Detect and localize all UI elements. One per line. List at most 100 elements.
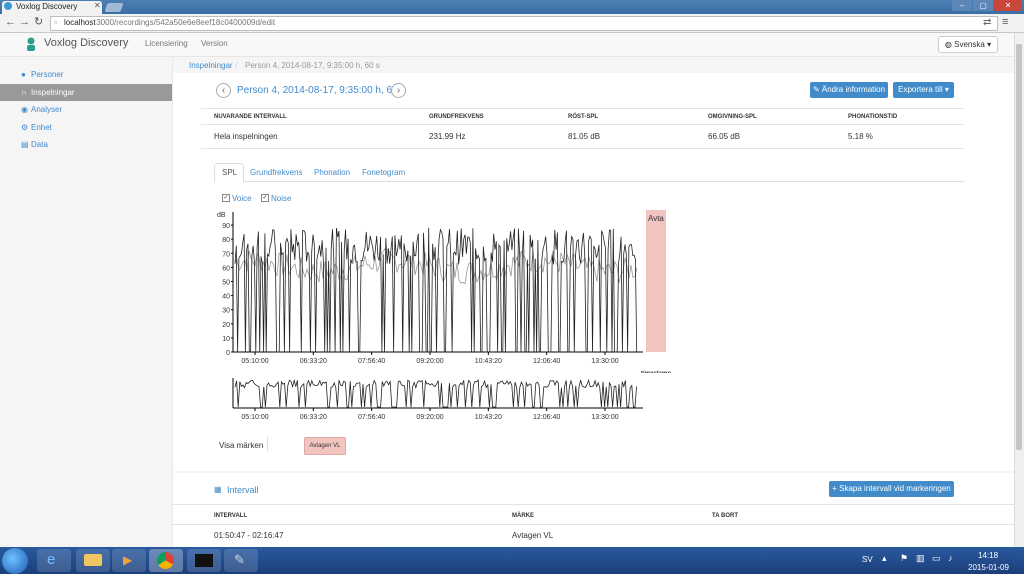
user-icon: ● — [21, 70, 26, 79]
nav-licensiering[interactable]: Licensiering — [145, 39, 188, 48]
forward-icon[interactable]: → — [19, 17, 30, 28]
overview-x-tick-label: 10:43:20 — [475, 414, 502, 420]
y-tick-label: 50 — [222, 279, 230, 286]
minimize-icon[interactable]: – — [952, 0, 972, 11]
x-tick-label: 09:20:00 — [416, 358, 443, 365]
maximize-icon[interactable]: ▢ — [973, 0, 993, 11]
caret-down-icon: ▾ — [944, 85, 949, 94]
interval-cell: 01:50:47 - 02:16:47 — [214, 531, 284, 540]
noise-checkbox[interactable]: ✓ — [261, 194, 269, 202]
create-interval-button[interactable]: + Skapa intervall vid markeringen — [829, 481, 954, 497]
edit-info-label: Ändra information — [821, 85, 886, 94]
overview-x-tick-label: 13:30:00 — [591, 414, 618, 420]
divider — [201, 148, 964, 149]
brand[interactable]: Voxlog Discovery — [44, 37, 128, 49]
marker-band-label: Avta — [648, 214, 664, 223]
sidebar-item-inspelningar[interactable]: ∩ Inspelningar — [0, 84, 172, 101]
marker-tag[interactable]: Avtagen VL — [304, 437, 346, 455]
legend-noise: Noise — [271, 194, 292, 203]
edit-info-button[interactable]: ✎ Ändra information — [810, 82, 888, 98]
breadcrumb: Inspelningar / Person 4, 2014-08-17, 9:3… — [173, 57, 1014, 73]
paint-icon[interactable]: ✎ — [224, 549, 258, 572]
marker-band — [646, 210, 666, 352]
overview-x-tick-label: 05:10:00 — [241, 414, 268, 420]
sidebar-item-personer[interactable]: ● Personer — [0, 66, 172, 83]
browser-titlebar — [0, 0, 1024, 14]
menu-icon[interactable]: ≡ — [1002, 16, 1008, 28]
clock-date[interactable]: 2015-01-09 — [968, 563, 1009, 572]
sidebar-item-analyser[interactable]: ◉ Analyser — [0, 101, 172, 118]
col-header-phonation: PHONATIONSTID — [848, 114, 898, 120]
sidebar-item-label: Enhet — [31, 123, 52, 132]
divider — [201, 108, 964, 109]
settings-icon: ⚙ — [21, 123, 29, 132]
cell-voice-spl: 81.05 dB — [568, 132, 601, 141]
prev-recording-button[interactable]: ‹ — [216, 83, 231, 98]
tab-grundfrekvens[interactable]: Grundfrekvens — [250, 168, 302, 177]
terminal-icon[interactable] — [187, 549, 221, 572]
grid-icon: ▦ — [214, 485, 222, 494]
y-tick-label: 0 — [226, 350, 230, 357]
voice-checkbox[interactable]: ✓ — [222, 194, 230, 202]
col-header-marke: MÄRKE — [512, 513, 534, 519]
reload-icon[interactable]: ↻ — [34, 17, 43, 28]
sidebar-item-label: Analyser — [31, 105, 63, 114]
back-icon[interactable]: ← — [5, 17, 16, 28]
tab-spl[interactable]: SPL — [222, 168, 237, 177]
breadcrumb-separator: / — [235, 61, 238, 70]
language-label: Svenska — [954, 40, 985, 49]
overview-x-tick-label: 12:06:40 — [533, 414, 560, 420]
eye-icon: ◉ — [21, 105, 28, 114]
breadcrumb-parent[interactable]: Inspelningar — [189, 61, 233, 70]
col-header-intervall: INTERVALL — [214, 513, 248, 519]
y-tick-label: 90 — [222, 223, 230, 230]
sidebar-item-data[interactable]: ▤ Data — [0, 136, 172, 153]
ie-icon[interactable]: e — [37, 549, 71, 572]
col-header-noise-spl: OMGIVNING-SPL — [708, 114, 757, 120]
col-header-interval: NUVARANDE INTERVALL — [214, 114, 287, 120]
tab-favicon-icon — [4, 2, 12, 10]
sidebar-item-enhet[interactable]: ⚙ Enhet — [0, 119, 172, 136]
tray-expand-icon[interactable]: ▴ — [882, 553, 887, 564]
tab-title: Voxlog Discovery — [16, 2, 78, 11]
main-content: Inspelningar / Person 4, 2014-08-17, 9:3… — [173, 57, 1014, 547]
intervals-title: Intervall — [227, 485, 259, 495]
export-button[interactable]: Exportera till ▾ — [893, 82, 954, 98]
overview-chart[interactable]: 05:10:00 06:33:20 07:56:40 09:20:00 10:43:20… — [213, 370, 673, 420]
monitor-icon[interactable]: ▭ — [932, 553, 941, 564]
col-header-voice-spl: RÖST-SPL — [568, 114, 599, 120]
tab-fonetogram[interactable]: Fonetogram — [362, 168, 405, 177]
tab-phonation[interactable]: Phonation — [314, 168, 350, 177]
network-icon[interactable]: ▥ — [916, 553, 925, 564]
next-recording-button[interactable]: › — [391, 83, 406, 98]
tab-close-icon[interactable]: ✕ — [94, 1, 101, 10]
chrome-icon[interactable] — [149, 549, 183, 572]
spl-chart[interactable]: Avta dB 0 10 20 30 40 50 60 70 80 90 05:10:00 06:33:2… — [213, 208, 673, 373]
action-center-icon[interactable]: ⚑ — [900, 553, 908, 564]
url-host: localhost — [64, 18, 96, 27]
media-player-icon[interactable]: ▶ — [112, 549, 146, 572]
clock-time[interactable]: 14:18 — [978, 551, 998, 560]
y-tick-label: 60 — [222, 265, 230, 272]
plus-icon: + — [832, 484, 837, 493]
mark-cell: Avtagen VL — [512, 531, 554, 540]
language-dropdown[interactable]: ◍ Svenska ▾ — [938, 36, 998, 53]
x-tick-label: 05:10:00 — [241, 358, 268, 365]
y-tick-label: 30 — [222, 308, 230, 315]
voice-series-line — [234, 227, 638, 353]
headphones-icon: ∩ — [21, 88, 27, 97]
scrollbar-thumb[interactable] — [1016, 44, 1022, 450]
tray-language[interactable]: SV — [862, 555, 873, 564]
explorer-icon[interactable] — [76, 549, 110, 572]
divider — [173, 504, 1014, 505]
start-button[interactable] — [2, 548, 28, 574]
file-icon: ▤ — [21, 140, 29, 149]
nav-version[interactable]: Version — [201, 39, 228, 48]
address-bar[interactable]: ▫ localhost :3000/recordings/542a50e6e8e… — [50, 16, 998, 31]
translate-icon[interactable]: ⇄ — [983, 17, 991, 28]
volume-icon[interactable]: ♪ — [948, 553, 953, 563]
new-tab-button[interactable] — [104, 3, 124, 12]
window-close-icon[interactable]: ✕ — [994, 0, 1022, 11]
cell-f0: 231.99 Hz — [429, 132, 466, 141]
breadcrumb-current: Person 4, 2014-08-17, 9:35:00 h, 60 s — [245, 61, 380, 70]
